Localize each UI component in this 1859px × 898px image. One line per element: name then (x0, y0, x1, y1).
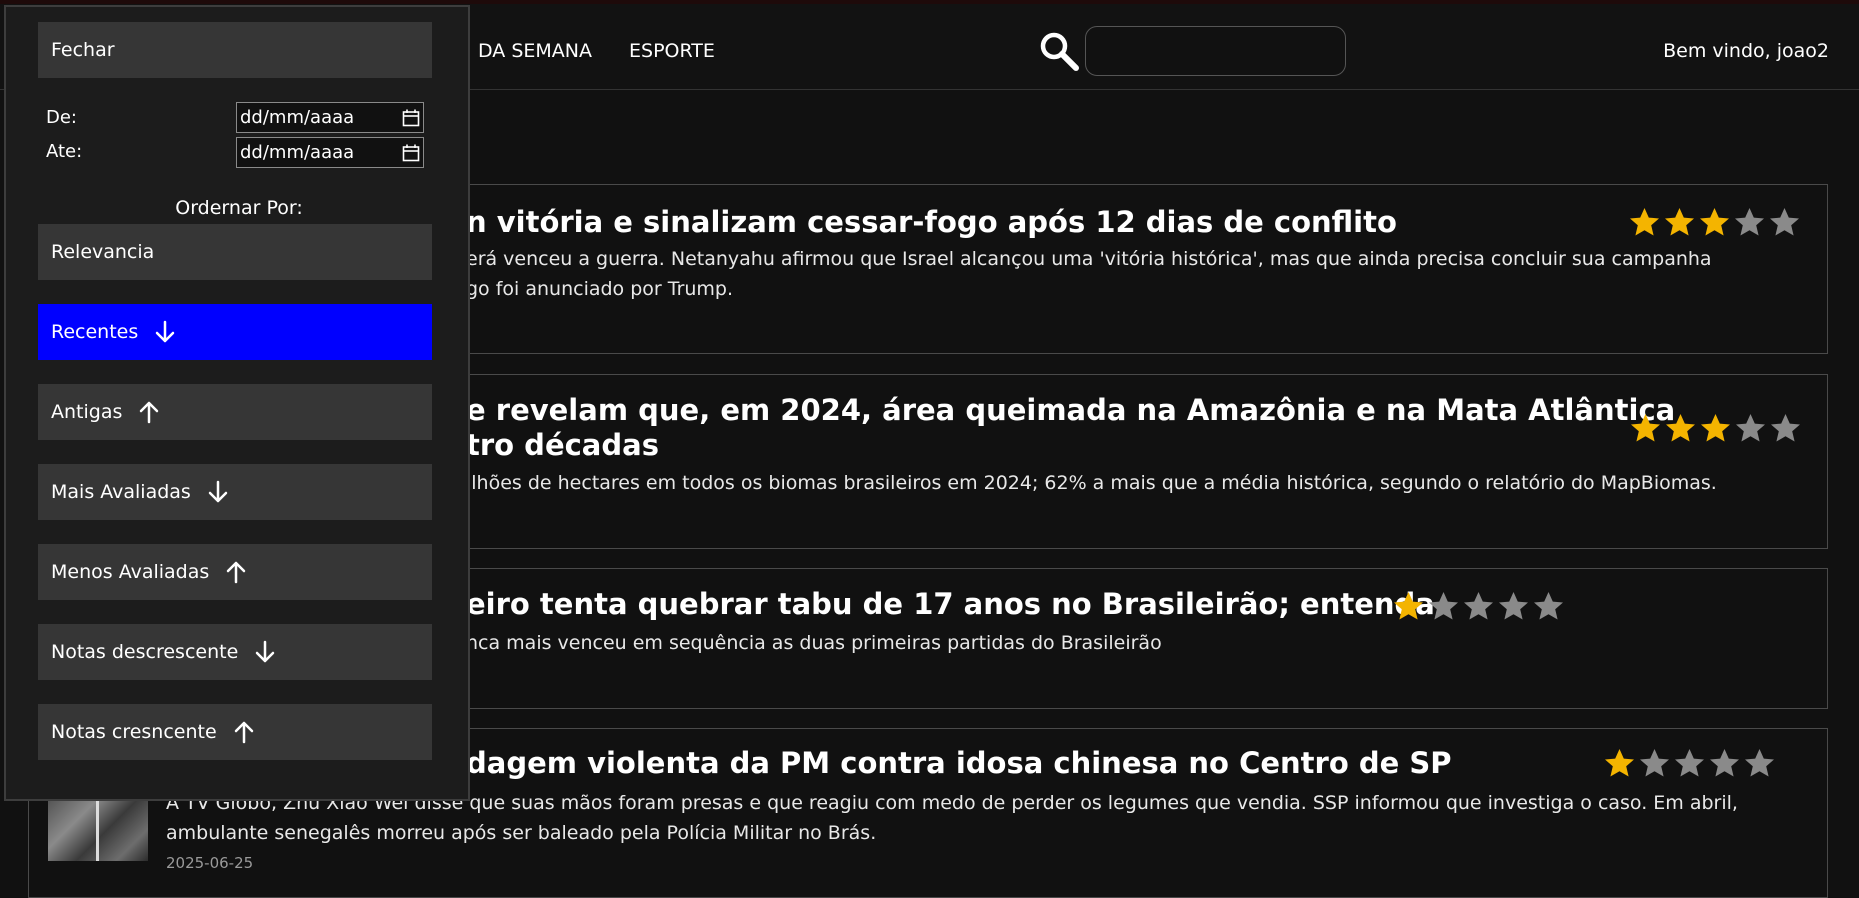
star-rating[interactable] (1392, 590, 1565, 623)
news-summary: nca mais venceu em sequência as duas pri… (466, 632, 1162, 654)
news-title[interactable]: dagem violenta da PM contra idosa chines… (466, 746, 1452, 781)
sort-option-label: Relevancia (51, 241, 155, 263)
sort-option-label: Recentes (51, 321, 139, 343)
date-to-label: Ate: (46, 141, 83, 162)
star-filled-icon[interactable] (1664, 412, 1697, 445)
star-rating[interactable] (1603, 747, 1776, 780)
star-filled-icon[interactable] (1663, 206, 1696, 239)
star-filled-icon[interactable] (1629, 412, 1662, 445)
arrow-down-icon (156, 320, 175, 343)
news-title[interactable]: eiro tenta quebrar tabu de 17 anos no Br… (466, 587, 1435, 622)
star-empty-icon[interactable] (1734, 412, 1767, 445)
date-to-value: dd/mm/aaaa (240, 142, 355, 163)
sort-option-label: Menos Avaliadas (51, 561, 210, 583)
sort-option-antigas[interactable]: Antigas (38, 384, 432, 440)
star-rating[interactable] (1629, 412, 1802, 445)
news-summary: ambulante senegalês morreu após ser bale… (166, 822, 877, 844)
star-empty-icon[interactable] (1768, 206, 1801, 239)
sort-option-label: Mais Avaliadas (51, 481, 191, 503)
star-empty-icon[interactable] (1673, 747, 1706, 780)
sort-option-label: Notas cresncente (51, 721, 217, 743)
nav-link-esporte[interactable]: ESPORTE (629, 40, 715, 62)
close-button-label: Fechar (51, 39, 115, 61)
date-from-value: dd/mm/aaaa (240, 107, 355, 128)
sort-option-recentes[interactable]: Recentes (38, 304, 432, 360)
news-summary: erá venceu a guerra. Netanyahu afirmou q… (466, 248, 1712, 270)
news-title[interactable]: tro décadas (466, 428, 659, 463)
date-from-label: De: (46, 107, 77, 128)
star-empty-icon[interactable] (1532, 590, 1565, 623)
sort-option-label: Notas descrescente (51, 641, 239, 663)
star-empty-icon[interactable] (1427, 590, 1460, 623)
star-filled-icon[interactable] (1699, 412, 1732, 445)
calendar-icon[interactable] (402, 144, 420, 162)
welcome-message: Bem vindo, joao2 (1663, 40, 1829, 62)
date-from-input[interactable]: dd/mm/aaaa (236, 102, 424, 133)
order-by-label: Ordernar Por: (175, 197, 303, 219)
star-rating[interactable] (1628, 206, 1801, 239)
news-title[interactable]: n vitória e sinalizam cessar-fogo após 1… (466, 205, 1397, 240)
star-empty-icon[interactable] (1743, 747, 1776, 780)
news-thumbnail[interactable] (48, 801, 148, 861)
star-empty-icon[interactable] (1733, 206, 1766, 239)
arrow-up-icon (234, 721, 253, 744)
thumbnail-divider (96, 801, 99, 861)
arrow-down-icon (208, 480, 228, 503)
date-to-input[interactable]: dd/mm/aaaa (236, 137, 424, 168)
sort-option-label: Antigas (51, 401, 123, 423)
sort-option-notas-descrescente[interactable]: Notas descrescente (38, 624, 432, 680)
star-filled-icon[interactable] (1698, 206, 1731, 239)
search-icon[interactable] (1038, 30, 1080, 72)
star-filled-icon[interactable] (1603, 747, 1636, 780)
star-filled-icon[interactable] (1392, 590, 1425, 623)
search-input[interactable] (1085, 26, 1346, 76)
arrow-down-icon (256, 640, 275, 663)
sort-option-menos-avaliadas[interactable]: Menos Avaliadas (38, 544, 432, 600)
nav-link-da-semana[interactable]: DA SEMANA (478, 40, 592, 62)
news-title[interactable]: e revelam que, em 2024, área queimada na… (466, 393, 1675, 428)
star-filled-icon[interactable] (1628, 206, 1661, 239)
sort-option-notas-cresncente[interactable]: Notas cresncente (38, 704, 432, 760)
news-summary: go foi anunciado por Trump. (466, 278, 734, 300)
star-empty-icon[interactable] (1462, 590, 1495, 623)
calendar-icon[interactable] (402, 109, 420, 127)
news-date: 2025-06-25 (166, 854, 254, 872)
news-summary: ilhões de hectares em todos os biomas br… (466, 472, 1717, 494)
star-empty-icon[interactable] (1497, 590, 1530, 623)
sort-option-mais-avaliadas[interactable]: Mais Avaliadas (38, 464, 432, 520)
filter-panel: Fechar De: dd/mm/aaaa Ate: dd/mm/aaaa Or… (4, 5, 470, 801)
arrow-up-icon (227, 561, 246, 584)
star-empty-icon[interactable] (1708, 747, 1741, 780)
star-empty-icon[interactable] (1638, 747, 1671, 780)
arrow-up-icon (140, 401, 159, 424)
close-button[interactable]: Fechar (38, 22, 432, 78)
sort-option-relevancia[interactable]: Relevancia (38, 224, 432, 280)
star-empty-icon[interactable] (1769, 412, 1802, 445)
